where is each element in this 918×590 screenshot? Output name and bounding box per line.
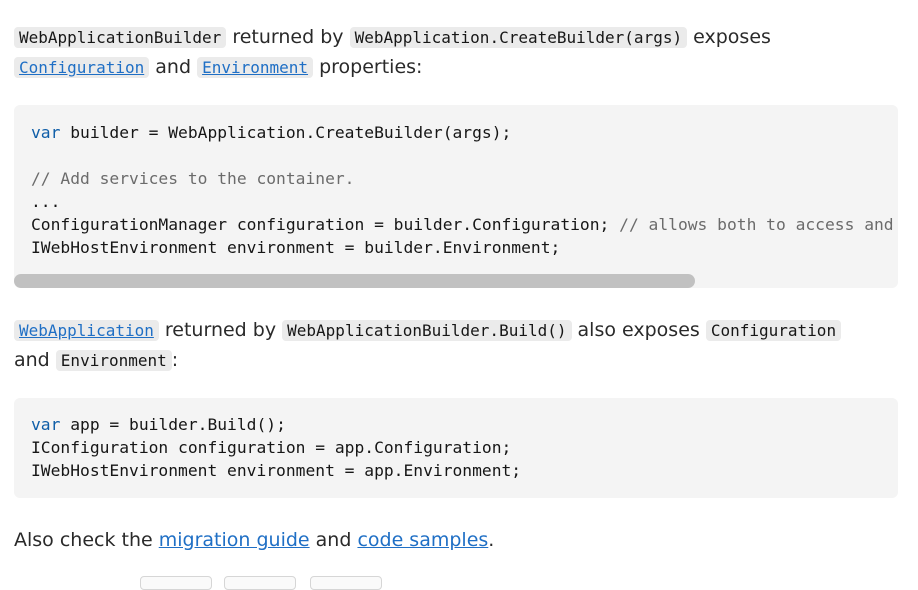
intro-text: properties:	[313, 56, 423, 78]
inline-code-webapplicationbuilder: WebApplicationBuilder	[14, 27, 227, 48]
footer-text: .	[488, 529, 495, 551]
tag-pill[interactable]	[224, 576, 296, 590]
footer-paragraph: Also check the migration guide and code …	[14, 525, 904, 555]
horizontal-scrollbar[interactable]	[14, 274, 898, 288]
migration-guide-link[interactable]: migration guide	[159, 529, 310, 551]
tag-pill[interactable]	[310, 576, 382, 590]
code-line: ConfigurationManager configuration = bui…	[31, 215, 620, 234]
answer-content: WebApplicationBuilder returned by WebApp…	[0, 0, 918, 590]
code-comment: // allows both to access and to set up t…	[619, 215, 894, 234]
scrollbar-thumb[interactable]	[14, 274, 695, 288]
webapplication-link[interactable]: WebApplication	[14, 320, 159, 341]
intro-paragraph: WebApplicationBuilder returned by WebApp…	[14, 22, 904, 82]
code-line: IWebHostEnvironment environment = builde…	[31, 238, 561, 257]
code-block-builder: var builder = WebApplication.CreateBuild…	[14, 105, 898, 288]
intro-text: and	[149, 56, 198, 78]
intro-text: exposes	[687, 26, 771, 48]
inline-code-configuration: Configuration	[705, 320, 842, 341]
inline-code-build: WebApplicationBuilder.Build()	[282, 320, 572, 341]
middle-text: and	[14, 349, 56, 371]
code-line: app = builder.Build();	[60, 415, 286, 434]
footer-text: and	[309, 529, 358, 551]
code-line: builder = WebApplication.CreateBuilder(a…	[60, 123, 512, 142]
tag-pill[interactable]	[140, 576, 212, 590]
intro-text: returned by	[226, 26, 350, 48]
configuration-link[interactable]: Configuration	[14, 57, 150, 78]
footer-text: Also check the	[14, 529, 159, 551]
code-line: IWebHostEnvironment environment = app.En…	[31, 461, 522, 480]
code-samples-link[interactable]: code samples	[357, 529, 488, 551]
inline-code-createbuilder: WebApplication.CreateBuilder(args)	[349, 27, 688, 48]
middle-text: returned by	[158, 319, 283, 341]
middle-paragraph: WebApplication returned by WebApplicatio…	[14, 315, 904, 375]
code-keyword: var	[31, 415, 61, 434]
code-keyword: var	[31, 123, 61, 142]
code-line: ...	[31, 192, 61, 211]
middle-text: also exposes	[571, 319, 706, 341]
code-line: IConfiguration configuration = app.Confi…	[31, 438, 512, 457]
code-block-app: var app = builder.Build(); IConfiguratio…	[14, 398, 898, 498]
inline-code-environment: Environment	[55, 350, 172, 371]
environment-link[interactable]: Environment	[197, 57, 314, 78]
middle-text: :	[171, 349, 179, 371]
code-comment: // Add services to the container.	[31, 169, 355, 188]
